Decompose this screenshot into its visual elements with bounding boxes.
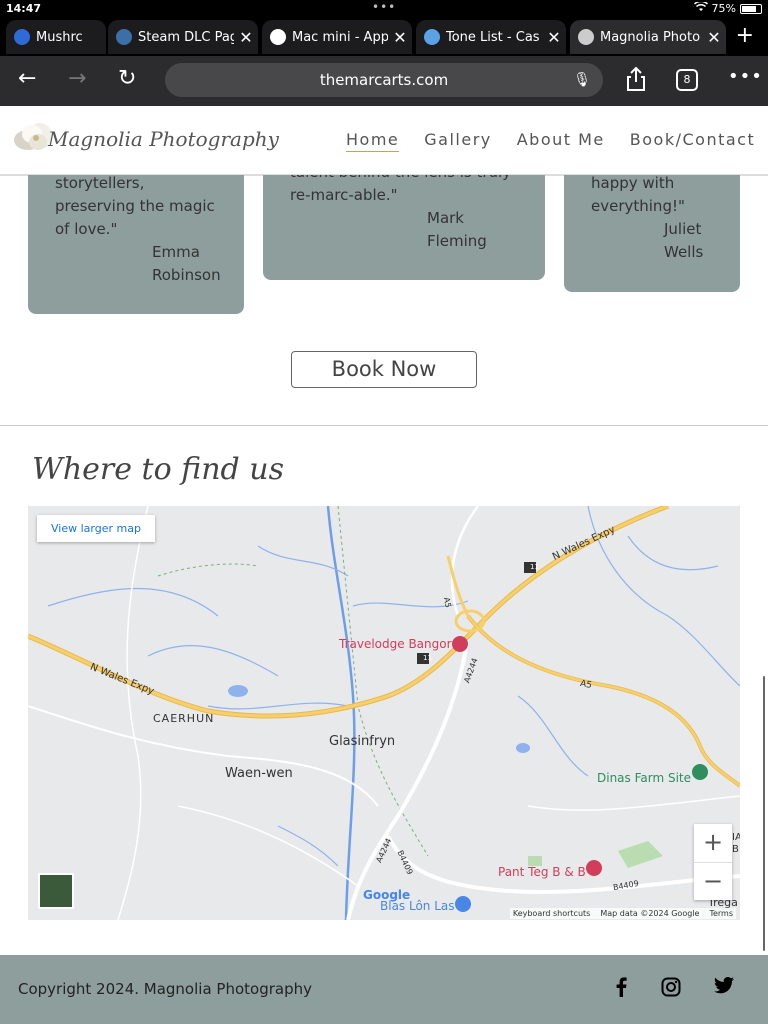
tab-title: Tone List - Cas — [446, 29, 540, 45]
nav-gallery[interactable]: Gallery — [424, 130, 491, 152]
url-text: themarcarts.com — [319, 71, 449, 89]
keyboard-shortcuts-link[interactable]: Keyboard shortcuts — [513, 909, 590, 918]
nav-about-me[interactable]: About Me — [517, 130, 605, 152]
testimonial-quote: storytellers, preserving the magic of lo… — [55, 174, 215, 238]
tab-mushroom[interactable]: Mushrc — [6, 20, 106, 54]
logo-text: Magnolia Photography — [48, 127, 279, 151]
more-icon[interactable]: ••• — [728, 66, 763, 87]
zoom-out-icon[interactable]: − — [694, 862, 732, 900]
status-bar: 14:47 ••• 75% — [0, 0, 768, 18]
junction-label: 11 — [530, 563, 539, 571]
poi-pant-teg[interactable]: Pant Teg B & B — [498, 865, 586, 879]
tab-title: Steam DLC Pag — [138, 29, 234, 45]
microphone-icon[interactable]: 🎙 — [573, 63, 591, 97]
tab-magnolia[interactable]: Magnolia Photo ✕ — [570, 20, 726, 54]
facebook-icon[interactable] — [615, 977, 627, 1002]
road-label: A5 — [441, 596, 453, 609]
globe-icon — [578, 29, 594, 45]
testimonial-author: Mark Fleming — [427, 209, 487, 250]
instagram-icon[interactable] — [661, 977, 681, 1002]
close-tab-icon[interactable]: ✕ — [542, 28, 566, 47]
poi-travelodge[interactable]: Travelodge Bangor — [339, 637, 452, 651]
new-tab-icon[interactable]: + — [736, 23, 754, 48]
site-logo[interactable]: Magnolia Photography — [10, 116, 279, 162]
page-scrollbar[interactable] — [763, 676, 765, 951]
share-icon[interactable] — [625, 66, 647, 98]
close-tab-icon[interactable]: ✕ — [234, 28, 258, 47]
testimonial-author: Emma Robinson — [152, 243, 221, 284]
status-indicators: 75% — [693, 0, 762, 15]
nav-book-contact[interactable]: Book/Contact — [630, 130, 755, 152]
tab-favicon-icon — [14, 29, 30, 45]
tab-steam[interactable]: Steam DLC Pag ✕ — [108, 20, 258, 54]
where-to-find-us-heading: Where to find us — [32, 452, 284, 487]
book-now-button[interactable]: Book Now — [291, 351, 477, 388]
battery-percent: 75% — [711, 2, 736, 15]
back-icon[interactable]: ← — [18, 66, 36, 91]
map-data-credit: Map data ©2024 Google — [600, 909, 700, 918]
multitask-dots-icon[interactable]: ••• — [372, 0, 396, 14]
section-divider — [0, 425, 768, 426]
nav-home[interactable]: Home — [346, 130, 400, 152]
status-time: 14:47 — [6, 2, 42, 15]
address-bar[interactable]: themarcarts.com 🎙 — [165, 63, 603, 97]
browser-toolbar: ← → ↻ themarcarts.com 🎙 8 ••• — [0, 56, 768, 106]
view-larger-map-link[interactable]: View larger map — [37, 515, 155, 542]
browser-tab-bar: Mushrc Steam DLC Pag ✕ Mac mini - App ✕ … — [0, 18, 768, 56]
close-tab-icon[interactable]: ✕ — [702, 28, 726, 47]
testimonial-author: Juliet Wells — [664, 220, 704, 261]
place-label: Waen-wen — [225, 766, 293, 781]
wifi-icon — [693, 0, 708, 15]
twitter-icon[interactable] — [714, 977, 734, 999]
road-label: A5 — [579, 679, 593, 691]
tab-favicon-icon — [424, 29, 440, 45]
place-label: CAERHUN — [153, 712, 215, 725]
forward-icon[interactable]: → — [68, 66, 86, 91]
satellite-toggle[interactable] — [38, 873, 74, 909]
tab-mac-mini[interactable]: Mac mini - App ✕ — [262, 20, 412, 54]
apple-icon — [270, 29, 286, 45]
junction-label: 11 — [423, 654, 432, 662]
tab-title: Magnolia Photo — [600, 29, 701, 45]
copyright-text: Copyright 2024. Magnolia Photography — [18, 980, 312, 998]
battery-icon — [740, 3, 762, 14]
place-label: IA B — [732, 832, 740, 855]
place-label: Glasinfryn — [329, 734, 396, 749]
tab-title: Mushrc — [36, 29, 83, 45]
tab-title: Mac mini - App — [292, 29, 388, 45]
tab-count-button[interactable]: 8 — [676, 69, 698, 91]
testimonial-quote: happy with everything!" — [591, 174, 685, 215]
map-footer: Keyboard shortcuts Map data ©2024 Google… — [509, 908, 736, 919]
steam-icon — [116, 29, 132, 45]
main-nav: Home Gallery About Me Book/Contact — [346, 130, 755, 152]
reload-icon[interactable]: ↻ — [118, 66, 136, 91]
terms-link[interactable]: Terms — [709, 909, 733, 918]
poi-dinas-farm[interactable]: Dinas Farm Site — [597, 771, 691, 785]
tab-tone-list[interactable]: Tone List - Cas ✕ — [416, 20, 566, 54]
site-footer: Copyright 2024. Magnolia Photography — [0, 955, 768, 1024]
header-overlay: Magnolia Photography Home Gallery About … — [0, 106, 768, 175]
zoom-controls: + − — [694, 824, 732, 900]
zoom-in-icon[interactable]: + — [694, 824, 732, 862]
google-logo: Google — [363, 888, 411, 902]
close-tab-icon[interactable]: ✕ — [388, 28, 412, 47]
google-map[interactable]: 11 11 View larger map N Wales Expy N Wal… — [28, 506, 740, 920]
